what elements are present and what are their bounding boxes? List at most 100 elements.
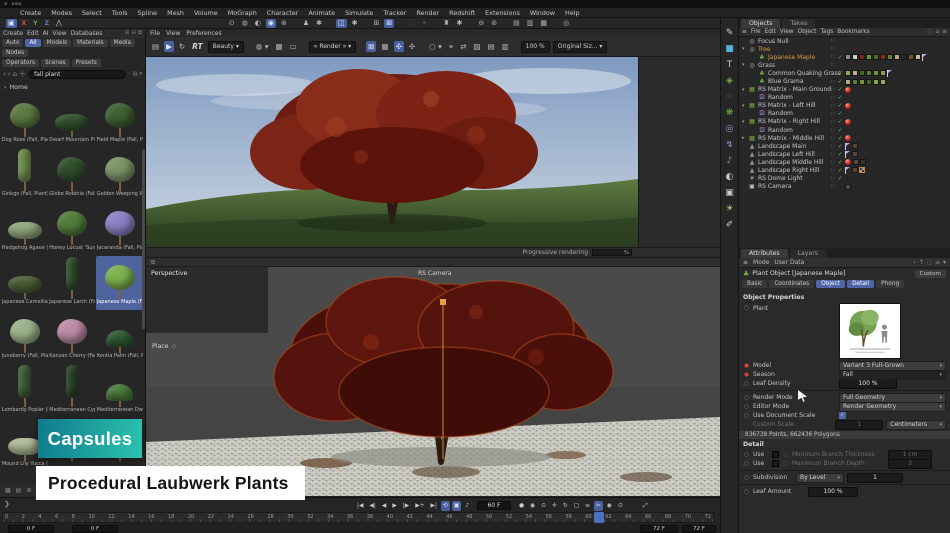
key-record-button[interactable]: ◉ [528, 501, 537, 511]
plant-asset[interactable]: Globe Robinia (Fall, Pl... [49, 148, 97, 202]
panel-tab[interactable]: Takes [782, 19, 816, 28]
axis-z-button[interactable]: Z [43, 20, 51, 27]
annotation-tag[interactable] [921, 53, 928, 61]
panel-icon[interactable]: ⧉ [138, 30, 142, 37]
material-tag[interactable] [893, 53, 900, 60]
visibility-dots[interactable]: ∶∶ [831, 95, 836, 101]
toolbar-icon[interactable]: ▤ [511, 19, 522, 28]
visibility-dots[interactable]: ∶∶ [831, 38, 836, 44]
visibility-dots[interactable]: ∶∶ [831, 135, 836, 141]
menu-item[interactable]: AI [43, 30, 49, 37]
object-row[interactable]: ♣ Japanese Maple ∶∶ ✓ [739, 53, 950, 61]
hamburger-icon[interactable]: ≡ [742, 29, 747, 35]
create-object-icon[interactable]: ☀ [725, 204, 733, 214]
panel-tab[interactable]: Attributes [741, 249, 788, 258]
plant-asset[interactable]: Juneberry (Fall, Plant) [1, 310, 49, 364]
material-tag[interactable] [844, 78, 851, 85]
create-object-icon[interactable]: T [727, 60, 733, 70]
annotation-tag[interactable] [844, 167, 851, 175]
redshift-tag[interactable] [844, 118, 851, 125]
plant-asset[interactable]: Lombardy Poplar (Fall... [1, 364, 49, 418]
object-row[interactable]: ⚄ Random ∶∶ ✓ [739, 110, 950, 118]
toolbar-icon[interactable]: ✱ [350, 19, 360, 28]
chevron-down-icon[interactable]: ▾ [4, 85, 7, 91]
object-label[interactable]: Landscape Left Hill [758, 151, 815, 158]
use-checkbox[interactable] [772, 451, 779, 458]
filter-chip[interactable]: Models [42, 39, 72, 47]
visibility-dots[interactable]: ∶∶ [831, 111, 836, 117]
axis-y-button[interactable]: Y [31, 20, 39, 27]
material-tag[interactable] [865, 69, 872, 76]
object-row[interactable]: ⚄ Random ∶∶ ✓ [739, 94, 950, 102]
render-toolbar-button[interactable]: ◍ ▾ [254, 41, 271, 52]
expand-timeline-icon[interactable]: ⤢ [641, 501, 650, 511]
transport-button[interactable]: ▶+ [413, 501, 426, 511]
keyframe-dot-red[interactable]: ● [743, 363, 750, 369]
use-document-scale-checkbox[interactable]: ✓ [839, 412, 846, 419]
filter-chip[interactable]: Operators [2, 59, 39, 67]
visibility-dots[interactable]: ∶∶ [831, 79, 836, 85]
visibility-dots[interactable]: ∶∶ [831, 176, 836, 182]
toolbar-icon[interactable]: ◫ [335, 18, 347, 28]
toolbar-icon[interactable]: ♟ [301, 19, 311, 28]
toolbar-icon[interactable]: ⊖ [476, 19, 486, 28]
material-tag[interactable] [865, 53, 872, 60]
viewport-label[interactable]: Perspective [151, 270, 187, 277]
toolbar-icon[interactable]: ⊠ [384, 18, 395, 28]
visibility-dots[interactable]: ∶∶ [831, 151, 836, 157]
toolbar-icon[interactable]: ▥ [525, 19, 536, 28]
material-tag[interactable] [879, 53, 886, 60]
transport-button[interactable]: ▣ [451, 500, 462, 511]
toolbar-icon[interactable]: ◎ [561, 19, 571, 28]
create-object-icon[interactable]: ⁘ [726, 92, 734, 102]
object-row[interactable]: ◎ Focus Null ∶∶ ✓ [739, 37, 950, 45]
toolbar-icon[interactable]: ⊙ [227, 19, 237, 28]
filter-chip[interactable]: All [25, 39, 41, 47]
range-start-field[interactable]: 0 F [8, 524, 54, 533]
enabled-check-icon[interactable]: ✓ [838, 118, 843, 125]
material-tag[interactable] [851, 167, 858, 174]
range-start-field2[interactable]: 0 F [72, 524, 118, 533]
render-toolbar-button[interactable]: ⇄ [458, 41, 468, 52]
create-object-icon[interactable]: ▣ [725, 188, 734, 198]
material-tag[interactable] [851, 150, 858, 157]
menu-item[interactable]: Volume [190, 9, 222, 17]
nav-icon[interactable]: ▾ [943, 259, 946, 266]
perspective-viewport[interactable]: Perspective RS Camera Place ◇ [146, 267, 720, 496]
axis-lock-icon[interactable]: ⋀ [54, 19, 64, 28]
create-object-icon[interactable]: ■ [725, 44, 734, 54]
menu-item[interactable]: Edit [765, 29, 776, 35]
render-toolbar-button[interactable]: RT [190, 41, 205, 52]
viewport-camera-label[interactable]: RS Camera [418, 270, 451, 277]
create-object-icon[interactable]: ◈ [726, 76, 733, 86]
plant-asset[interactable]: Hedgehog Agave (Fall... [1, 202, 49, 256]
key-record-button[interactable]: ≡ [583, 501, 592, 511]
menu-item[interactable]: Redshift [445, 9, 479, 17]
enabled-check-icon[interactable]: ✓ [838, 127, 843, 134]
render-toolbar-button[interactable]: ▦ [379, 41, 390, 52]
timeline-ruler[interactable]: 0 2 4 6 8 10 12 14 16 18 20 22 24 26 28 30 32 34 36 38 40 42 4… [2, 512, 714, 523]
object-row[interactable]: ▲ Landscape Right Hill ∶∶ ✓ [739, 167, 950, 175]
key-record-button[interactable]: ⊙ [539, 501, 548, 511]
section-tab[interactable]: Phong [876, 280, 905, 288]
plant-asset[interactable]: Golden Weeping Willo... [96, 148, 144, 202]
transport-button[interactable]: ◀ [380, 501, 388, 511]
visibility-dots[interactable]: ∶∶ [831, 159, 836, 165]
range-end-field[interactable]: 72 F [640, 524, 678, 533]
annotation-tag[interactable] [844, 150, 851, 158]
visibility-dots[interactable]: ∶∶ [831, 46, 836, 52]
filter-chip[interactable]: Nodes [2, 49, 29, 57]
create-object-icon[interactable]: ❋ [726, 108, 734, 118]
filter-chip[interactable]: Media [109, 39, 136, 47]
visibility-dots[interactable]: ∶∶ [831, 62, 836, 68]
menu-item[interactable]: Animate [304, 9, 339, 17]
toolbar-icon[interactable]: ◉ [265, 18, 276, 28]
object-row[interactable]: ▣ RS Camera ∶∶ ✓ [739, 183, 950, 191]
object-label[interactable]: RS Matrix - Left Hill [758, 102, 815, 109]
hamburger-icon[interactable]: ≡ [743, 259, 748, 266]
toolbar-icon[interactable]: ⊛ [279, 19, 289, 28]
enabled-check-icon[interactable]: ✓ [838, 143, 843, 150]
object-label[interactable]: RS Matrix - Right Hill [758, 118, 820, 125]
section-tab[interactable]: Object [816, 280, 846, 288]
object-label[interactable]: Landscape Right Hill [758, 167, 819, 174]
